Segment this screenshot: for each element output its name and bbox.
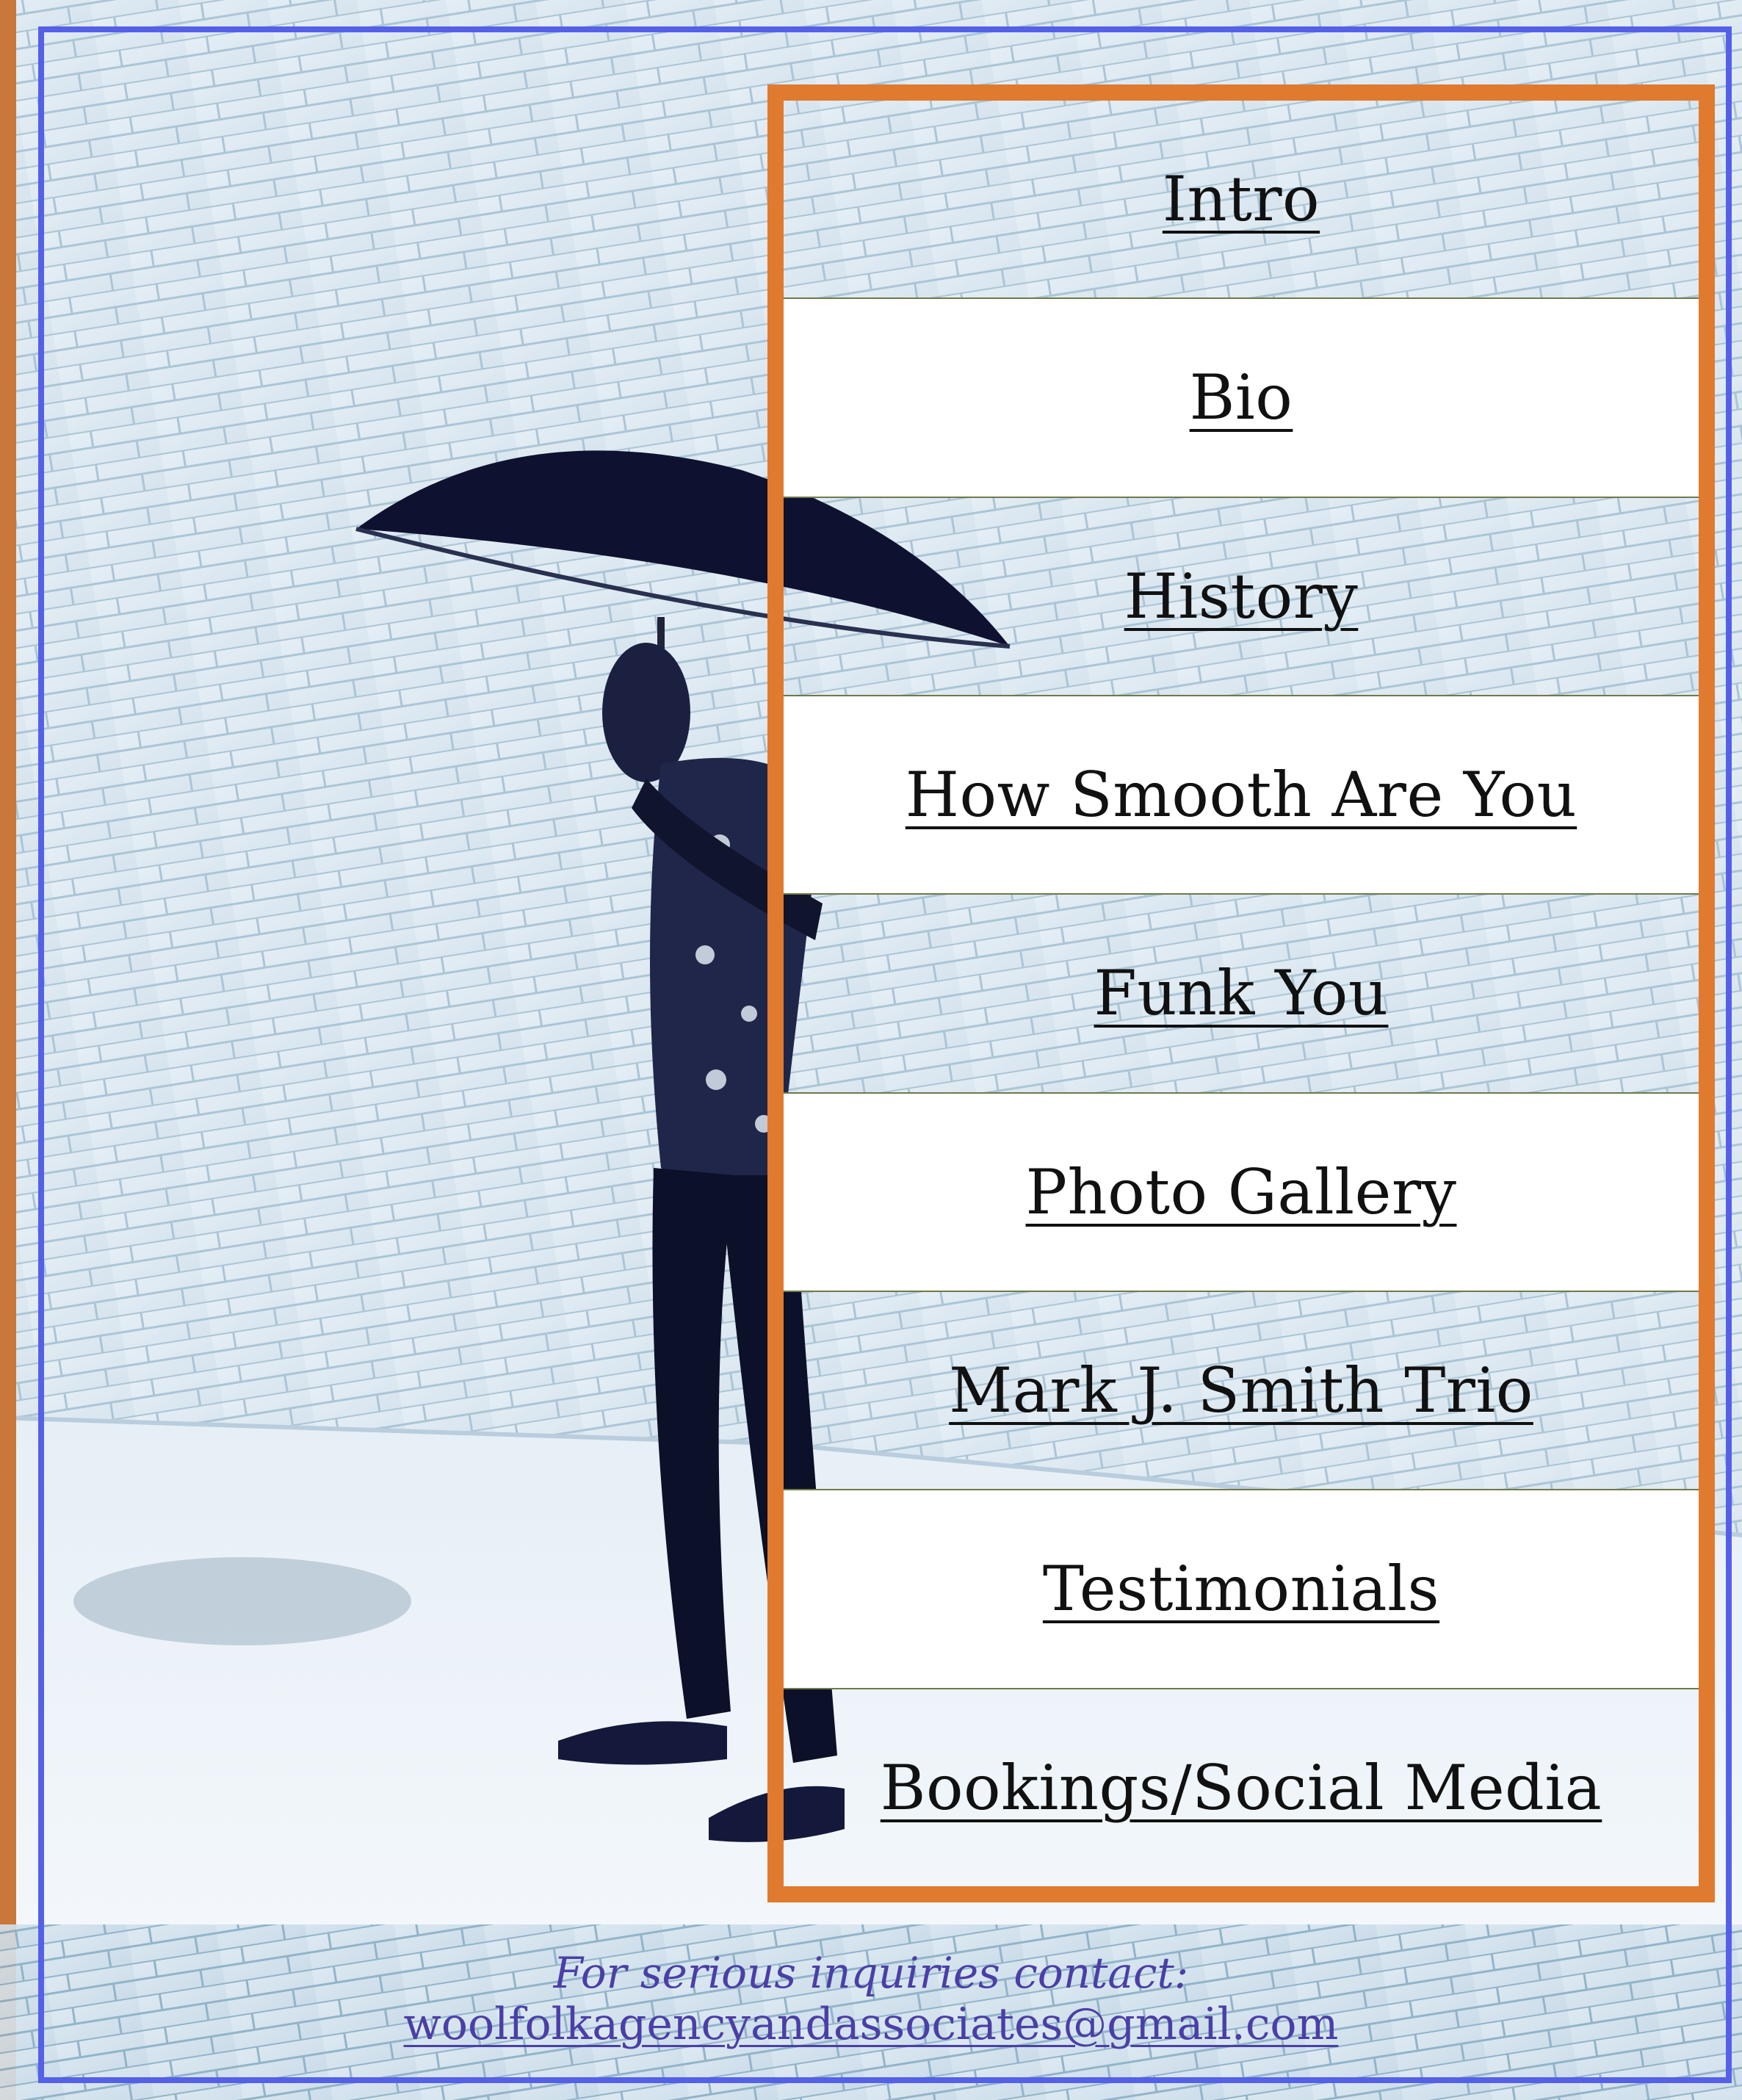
contact-prefix-text: For serious inquiries contact: bbox=[553, 1948, 1189, 1998]
nav-item-label[interactable]: Bio bbox=[1190, 361, 1293, 433]
nav-item-bookings-social-media[interactable]: Bookings/Social Media bbox=[784, 1689, 1699, 1886]
nav-item-intro[interactable]: Intro bbox=[784, 101, 1699, 300]
nav-item-label[interactable]: Funk You bbox=[1094, 957, 1389, 1029]
nav-item-testimonials[interactable]: Testimonials bbox=[784, 1490, 1699, 1689]
nav-item-label[interactable]: How Smooth Are You bbox=[906, 759, 1577, 831]
nav-item-history[interactable]: History bbox=[784, 498, 1699, 696]
nav-item-label[interactable]: Mark J. Smith Trio bbox=[949, 1354, 1533, 1426]
nav-item-label[interactable]: History bbox=[1124, 560, 1359, 632]
contact-footer: For serious inquiries contact: woolfolka… bbox=[0, 1948, 1742, 2052]
contact-email-link[interactable]: woolfolkagencyandassociates@gmail.com bbox=[404, 1997, 1339, 2052]
navigation-menu: Intro Bio History How Smooth Are You Fun… bbox=[767, 84, 1715, 1902]
nav-item-how-smooth-are-you[interactable]: How Smooth Are You bbox=[784, 696, 1699, 895]
nav-item-label[interactable]: Intro bbox=[1163, 163, 1320, 235]
nav-item-photo-gallery[interactable]: Photo Gallery bbox=[784, 1093, 1699, 1292]
nav-item-funk-you[interactable]: Funk You bbox=[784, 895, 1699, 1094]
nav-item-label[interactable]: Testimonials bbox=[1043, 1553, 1439, 1625]
nav-item-label[interactable]: Bookings/Social Media bbox=[881, 1752, 1602, 1824]
nav-item-label[interactable]: Photo Gallery bbox=[1026, 1156, 1457, 1228]
nav-item-mark-j-smith-trio[interactable]: Mark J. Smith Trio bbox=[784, 1292, 1699, 1491]
nav-item-bio[interactable]: Bio bbox=[784, 299, 1699, 498]
